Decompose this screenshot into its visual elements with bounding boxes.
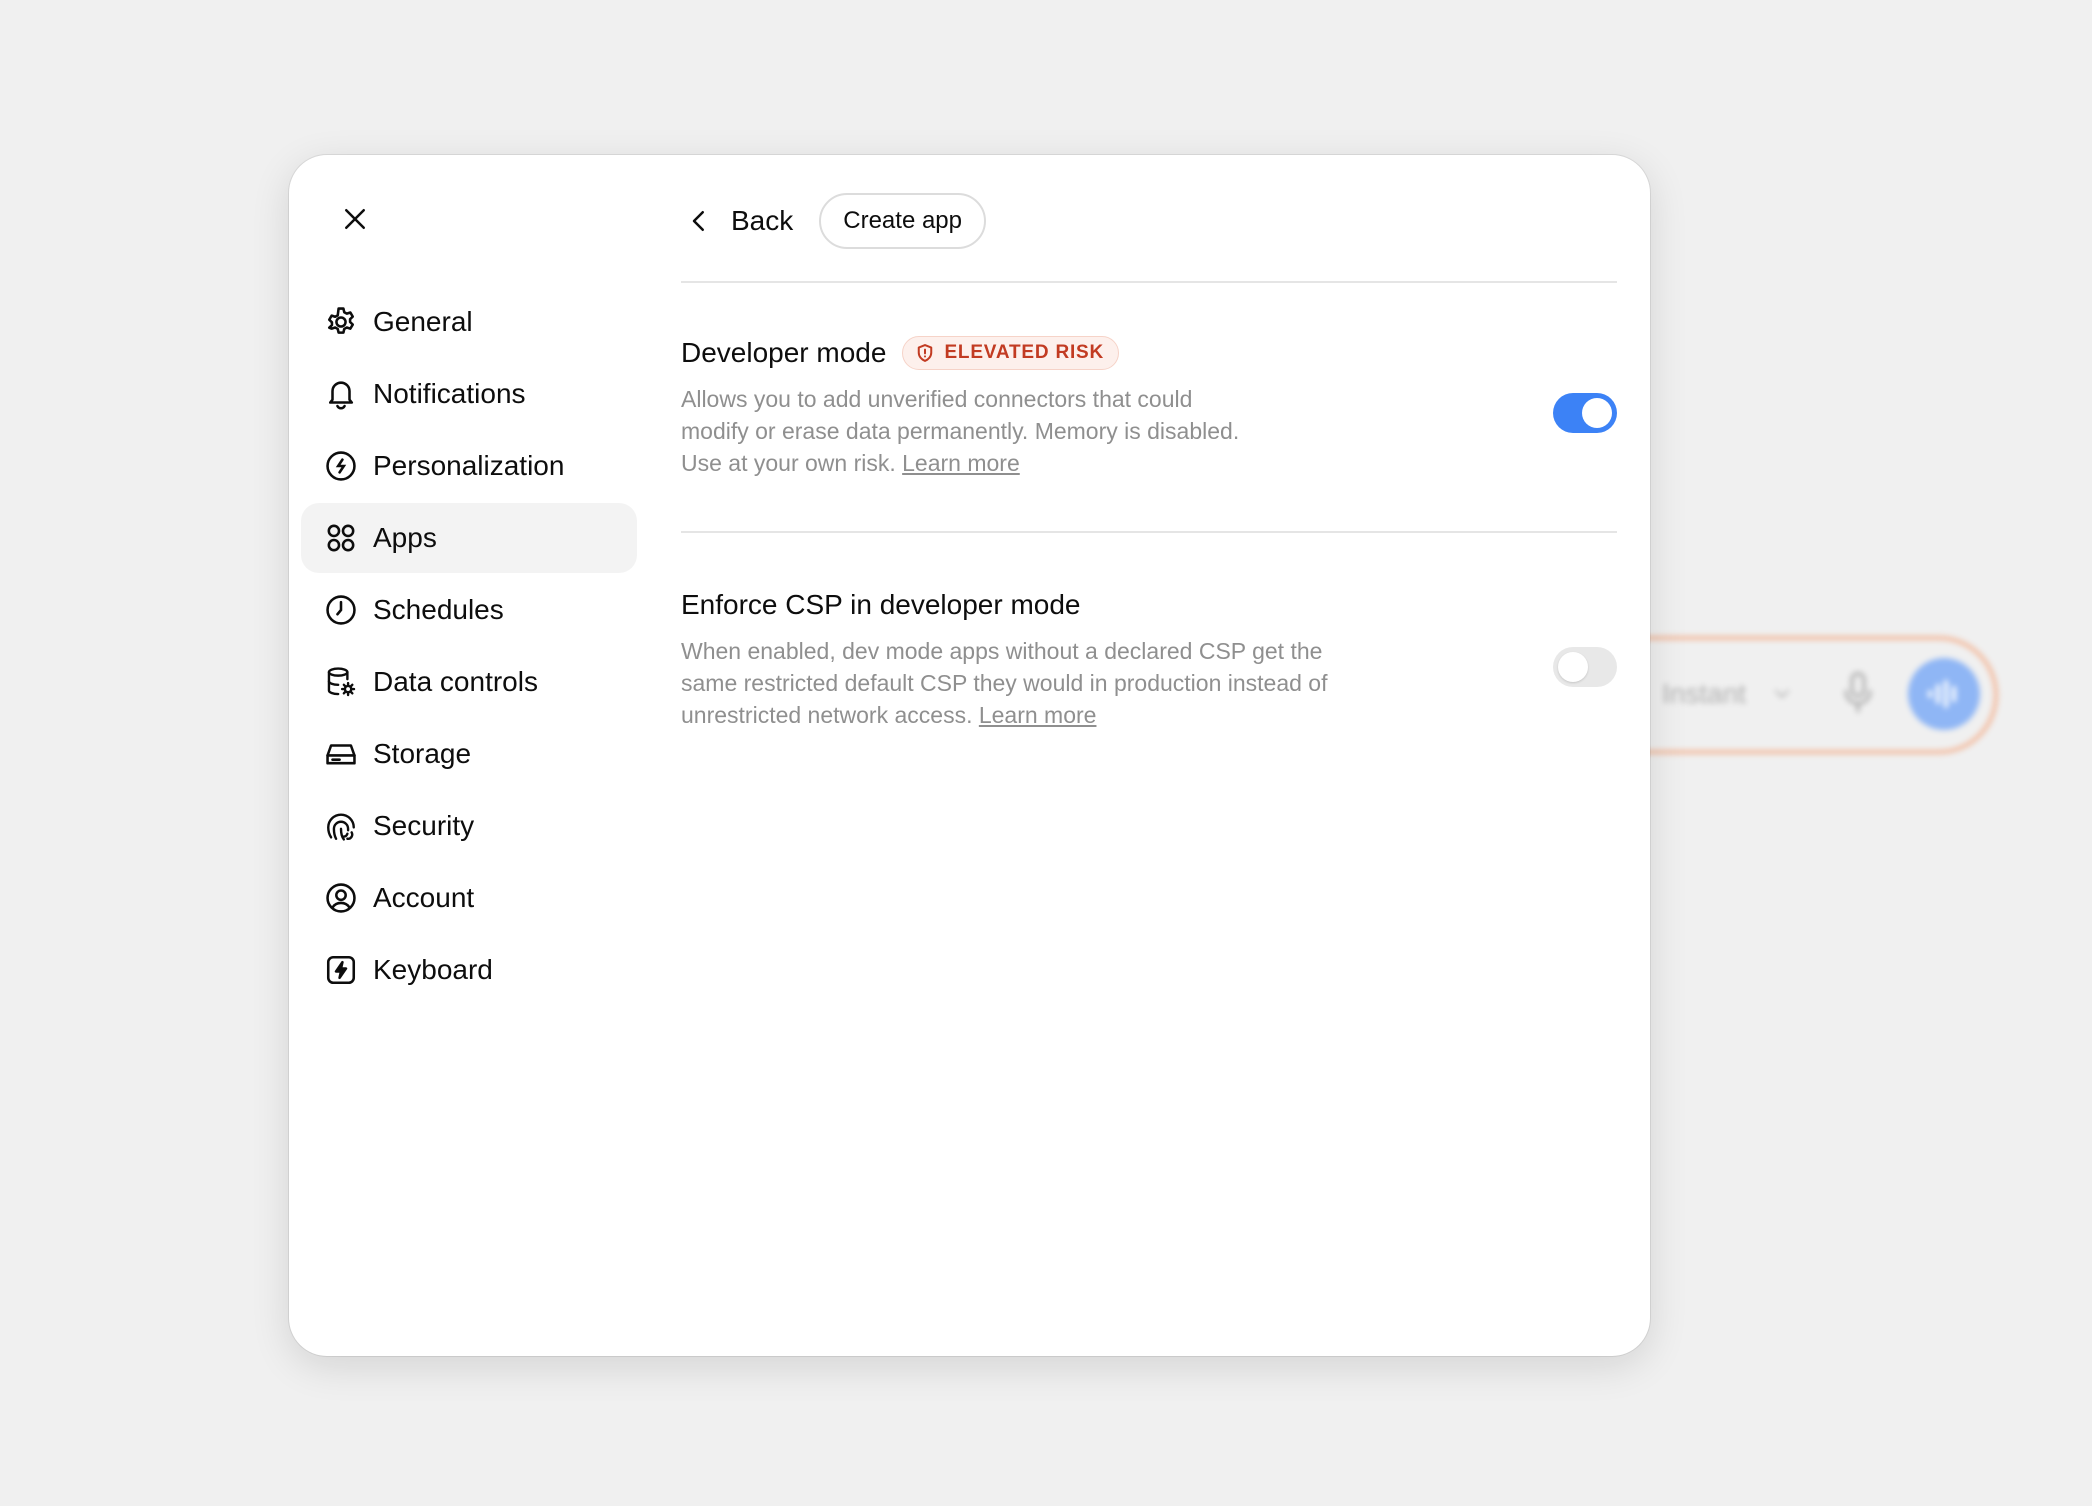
- sidebar-item-schedules[interactable]: Schedules: [301, 575, 637, 645]
- learn-more-link[interactable]: Learn more: [902, 450, 1020, 476]
- settings-modal: General Notifications Personalization Ap…: [289, 155, 1650, 1356]
- sidebar-item-data-controls[interactable]: Data controls: [301, 647, 637, 717]
- bell-icon: [323, 376, 359, 412]
- chevron-down-icon: [1770, 682, 1794, 711]
- close-icon: [340, 204, 370, 239]
- sidebar-item-label: Apps: [373, 522, 437, 553]
- setting-enforce-csp: Enforce CSP in developer mode When enabl…: [681, 533, 1617, 731]
- learn-more-link[interactable]: Learn more: [979, 702, 1097, 728]
- microphone-icon: [1840, 668, 1876, 723]
- toggle-knob: [1558, 652, 1588, 682]
- close-button[interactable]: [325, 191, 385, 251]
- drive-icon: [323, 736, 359, 772]
- setting-title: Developer mode: [681, 337, 887, 368]
- clock-icon: [323, 592, 359, 628]
- fingerprint-icon: [323, 808, 359, 844]
- sidebar-item-label: Notifications: [373, 378, 526, 409]
- sidebar-item-keyboard[interactable]: Keyboard: [301, 935, 637, 1005]
- settings-content: Back Create app Developer mode ELEVATED …: [681, 191, 1617, 731]
- personalization-icon: [323, 448, 359, 484]
- setting-description: Allows you to add unverified connectors …: [681, 383, 1261, 479]
- back-label: Back: [731, 205, 794, 236]
- toggle-knob: [1582, 398, 1612, 428]
- gear-icon: [323, 304, 359, 340]
- voice-mode-button: [1908, 658, 1980, 730]
- setting-developer-mode: Developer mode ELEVATED RISK Allows you …: [681, 283, 1617, 531]
- sidebar-item-storage[interactable]: Storage: [301, 719, 637, 789]
- chevron-left-icon: [681, 203, 717, 239]
- shield-alert-icon: [915, 343, 935, 363]
- lightning-key-icon: [323, 952, 359, 988]
- sidebar-item-general[interactable]: General: [301, 287, 637, 357]
- sidebar-item-personalization[interactable]: Personalization: [301, 431, 637, 501]
- sidebar-item-apps[interactable]: Apps: [301, 503, 637, 573]
- sidebar-item-label: Schedules: [373, 594, 504, 625]
- enforce-csp-toggle[interactable]: [1553, 647, 1617, 687]
- developer-mode-toggle[interactable]: [1553, 393, 1617, 433]
- settings-sidebar: General Notifications Personalization Ap…: [301, 287, 637, 1007]
- apps-grid-icon: [323, 520, 359, 556]
- sidebar-item-account[interactable]: Account: [301, 863, 637, 933]
- sidebar-item-label: General: [373, 306, 473, 337]
- back-button[interactable]: Back: [681, 191, 819, 251]
- content-header: Back Create app: [681, 191, 1617, 251]
- sidebar-item-security[interactable]: Security: [301, 791, 637, 861]
- waveform-icon: [1928, 680, 1956, 708]
- sidebar-item-label: Personalization: [373, 450, 565, 481]
- sidebar-item-notifications[interactable]: Notifications: [301, 359, 637, 429]
- sidebar-item-label: Account: [373, 882, 475, 913]
- elevated-risk-badge: ELEVATED RISK: [902, 336, 1120, 370]
- model-selector-label: Instant: [1662, 678, 1747, 709]
- badge-label: ELEVATED RISK: [944, 342, 1105, 363]
- sidebar-item-label: Keyboard: [373, 954, 493, 985]
- user-circle-icon: [323, 880, 359, 916]
- setting-title: Enforce CSP in developer mode: [681, 589, 1081, 620]
- create-app-button[interactable]: Create app: [819, 193, 986, 249]
- setting-description: When enabled, dev mode apps without a de…: [681, 635, 1361, 731]
- sidebar-item-label: Security: [373, 810, 475, 841]
- database-gear-icon: [323, 664, 359, 700]
- sidebar-item-label: Data controls: [373, 666, 538, 697]
- sidebar-item-label: Storage: [373, 738, 472, 769]
